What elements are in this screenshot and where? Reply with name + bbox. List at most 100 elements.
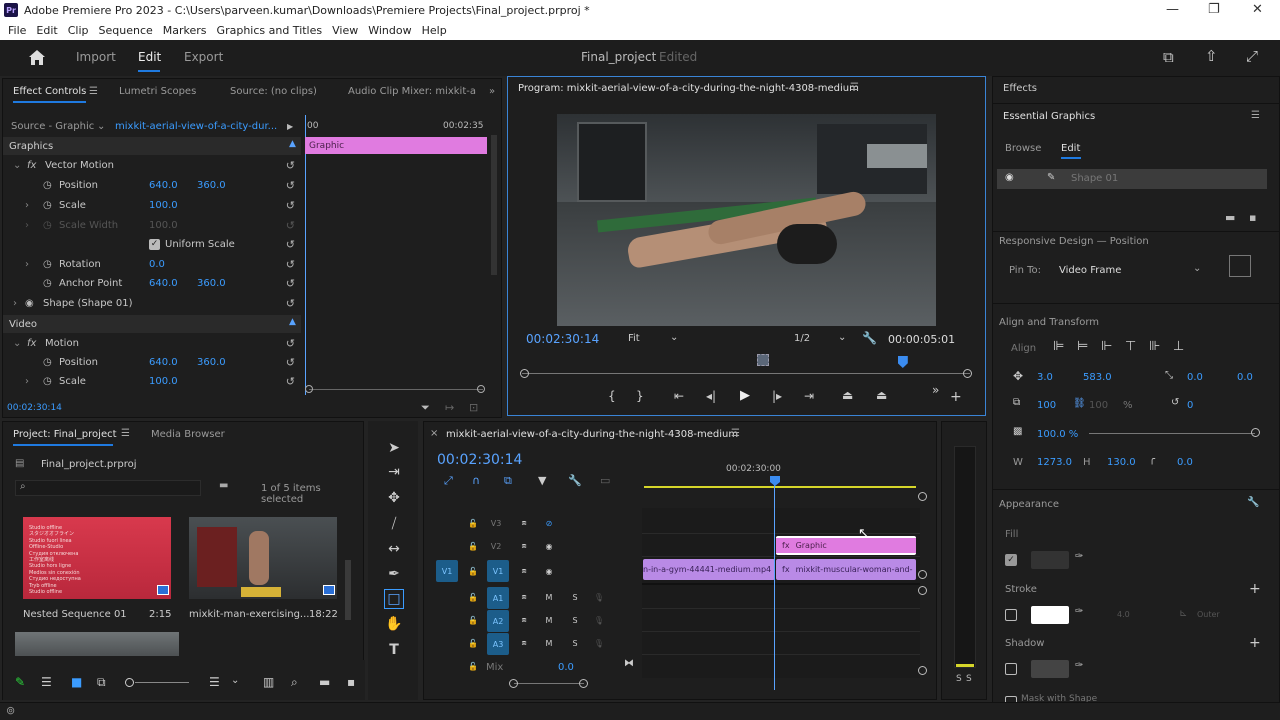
go-to-end-icon[interactable]: ⧓ — [624, 658, 634, 669]
align-left-icon[interactable]: ⊫ — [1053, 339, 1064, 354]
align-center-h-icon[interactable]: ⊨ — [1077, 339, 1088, 354]
effect-controls-menu-icon[interactable]: ☰ — [89, 86, 98, 97]
position-x-value[interactable]: 640.0 — [149, 180, 178, 191]
fill-checkbox[interactable]: ✓ — [1005, 554, 1017, 566]
reset-icon[interactable]: ↺ — [286, 179, 295, 192]
sync-lock-icon[interactable]: ⧈ — [515, 588, 533, 606]
new-layer-icon[interactable]: ▪ — [1249, 211, 1256, 224]
sequence-menu-icon[interactable]: ☰ — [731, 428, 740, 439]
video-position-y[interactable]: 360.0 — [197, 357, 226, 368]
position-y-value[interactable]: 360.0 — [197, 180, 226, 191]
video-scale-value[interactable]: 100.0 — [149, 376, 178, 387]
stroke-color-swatch[interactable] — [1031, 606, 1069, 624]
chevron-right-icon[interactable]: › — [13, 298, 17, 309]
menu-edit[interactable]: Edit — [36, 24, 57, 37]
track-label-a1[interactable]: A1 — [487, 587, 509, 609]
add-shadow-icon[interactable]: + — [1249, 635, 1261, 651]
track-label-v2[interactable]: V2 — [487, 537, 505, 555]
filter-icon[interactable]: ⏷ — [421, 401, 430, 415]
automate-icon[interactable]: ▥ — [263, 675, 274, 689]
mic-icon[interactable]: 🎙 — [590, 634, 608, 652]
sort-chevron-icon[interactable]: ⌄ — [231, 675, 239, 686]
fullscreen-icon[interactable]: ⤢ — [1246, 47, 1258, 65]
v1-clip-right[interactable]: fx mixkit-muscular-woman-and- — [776, 559, 916, 580]
program-marker[interactable] — [757, 354, 769, 366]
quality-dropdown[interactable]: 1/2 — [794, 333, 810, 344]
tab-eg-edit[interactable]: Edit — [1061, 143, 1080, 154]
link-scale-icon[interactable]: ⛓ — [1073, 398, 1086, 409]
fx-icon[interactable]: fx — [27, 160, 36, 171]
slip-tool-icon[interactable]: ↔ — [384, 539, 404, 559]
source-patch-v1[interactable]: V1 — [436, 560, 458, 582]
eg-opacity[interactable]: 100.0 % — [1037, 429, 1078, 440]
video-frame[interactable] — [557, 114, 936, 326]
list-view-icon[interactable]: ☰ — [41, 675, 52, 689]
tab-project[interactable]: Project: Final_project — [13, 429, 117, 440]
icon-view-icon[interactable]: ■ — [71, 675, 82, 689]
lift-icon[interactable]: ⏏ — [842, 388, 853, 402]
share-icon[interactable]: ⇧ — [1205, 47, 1218, 65]
quality-chevron-icon[interactable]: ⌄ — [838, 332, 846, 343]
chevron-right-icon[interactable]: › — [25, 376, 29, 387]
clip-name-link[interactable]: mixkit-aerial-view-of-a-city-dur... — [115, 121, 277, 132]
reset-icon[interactable]: ↺ — [286, 337, 295, 350]
eg-corner-radius[interactable]: 0.0 — [1177, 457, 1193, 468]
timeline-timecode[interactable]: 00:02:30:14 — [437, 452, 522, 468]
rotation-value[interactable]: 0.0 — [149, 259, 165, 270]
pin-anchor-widget[interactable] — [1229, 255, 1251, 277]
chevron-down-icon[interactable]: ⌄ — [13, 160, 21, 171]
project-search-input[interactable]: ⌕ — [15, 480, 201, 496]
lock-icon[interactable]: 🔓 — [464, 634, 482, 652]
add-stroke-icon[interactable]: + — [1249, 581, 1261, 597]
pin-to-dropdown[interactable]: Video Frame — [1059, 265, 1121, 276]
scroll-handle[interactable] — [918, 570, 927, 579]
eye-icon[interactable]: ◉ — [1005, 172, 1014, 183]
fx-icon[interactable]: fx — [27, 338, 36, 349]
step-forward-icon[interactable]: |▸ — [772, 389, 782, 403]
more-tabs-icon[interactable]: » — [489, 86, 495, 97]
stroke-eyedropper-icon[interactable]: ✑ — [1075, 606, 1083, 617]
ec-playhead[interactable] — [305, 115, 306, 395]
track-label-a2[interactable]: A2 — [487, 610, 509, 632]
timeline-zoom-right[interactable] — [579, 679, 588, 688]
add-marker-icon[interactable]: ▼ — [538, 474, 546, 487]
fill-color-swatch[interactable] — [1031, 551, 1069, 569]
tab-import[interactable]: Import — [76, 50, 116, 64]
uniform-scale-checkbox[interactable]: ✓ — [149, 239, 160, 250]
home-icon[interactable] — [28, 49, 46, 66]
program-scrubber[interactable] — [522, 373, 970, 374]
track-label-a3[interactable]: A3 — [487, 633, 509, 655]
new-item-icon[interactable]: ▪ — [347, 675, 355, 689]
shadow-checkbox[interactable] — [1005, 663, 1017, 675]
eg-width[interactable]: 1273.0 — [1037, 457, 1072, 468]
align-bottom-icon[interactable]: ⊥ — [1173, 339, 1184, 354]
razor-tool-icon[interactable]: ⧸ — [384, 514, 404, 534]
go-to-in-icon[interactable]: ⇤ — [674, 389, 684, 403]
eye-icon[interactable]: ◉ — [25, 298, 34, 309]
menu-file[interactable]: File — [8, 24, 26, 37]
timeline-wrench-icon[interactable]: 🔧 — [568, 474, 582, 487]
next-item-thumbnail[interactable] — [15, 632, 179, 656]
eg-anchor-x[interactable]: 0.0 — [1187, 372, 1203, 383]
stopwatch-icon[interactable]: ◷ — [43, 278, 52, 289]
rectangle-tool-icon[interactable]: □ — [384, 589, 404, 609]
reset-icon[interactable]: ↺ — [286, 277, 295, 290]
section-collapse-icon[interactable]: ▲ — [289, 139, 296, 149]
lock-icon[interactable]: 🔓 — [464, 588, 482, 606]
eye-icon[interactable]: ◉ — [540, 562, 558, 580]
chevron-right-icon[interactable]: › — [25, 200, 29, 211]
nested-sequence-thumbnail[interactable]: Studio offline スタジオオフライン Studio fuori li… — [23, 517, 171, 599]
sort-icon[interactable]: ☰ — [209, 675, 220, 689]
tab-browse[interactable]: Browse — [1005, 143, 1041, 154]
solo-right[interactable]: S — [966, 674, 972, 684]
quick-export-icon[interactable]: ⧉ — [1163, 48, 1174, 66]
eg-rotation[interactable]: 0 — [1187, 400, 1193, 411]
tab-effect-controls[interactable]: Effect Controls — [13, 86, 87, 103]
ripple-edit-icon[interactable]: ✥ — [384, 488, 404, 508]
stopwatch-icon[interactable]: ◷ — [43, 200, 52, 211]
timeline-playhead-handle[interactable] — [770, 476, 780, 486]
play-icon[interactable]: ▶ — [740, 388, 750, 403]
solo-left[interactable]: S — [956, 674, 962, 684]
wrench-icon[interactable]: 🔧 — [862, 331, 877, 345]
mute-button[interactable]: M — [540, 634, 558, 652]
